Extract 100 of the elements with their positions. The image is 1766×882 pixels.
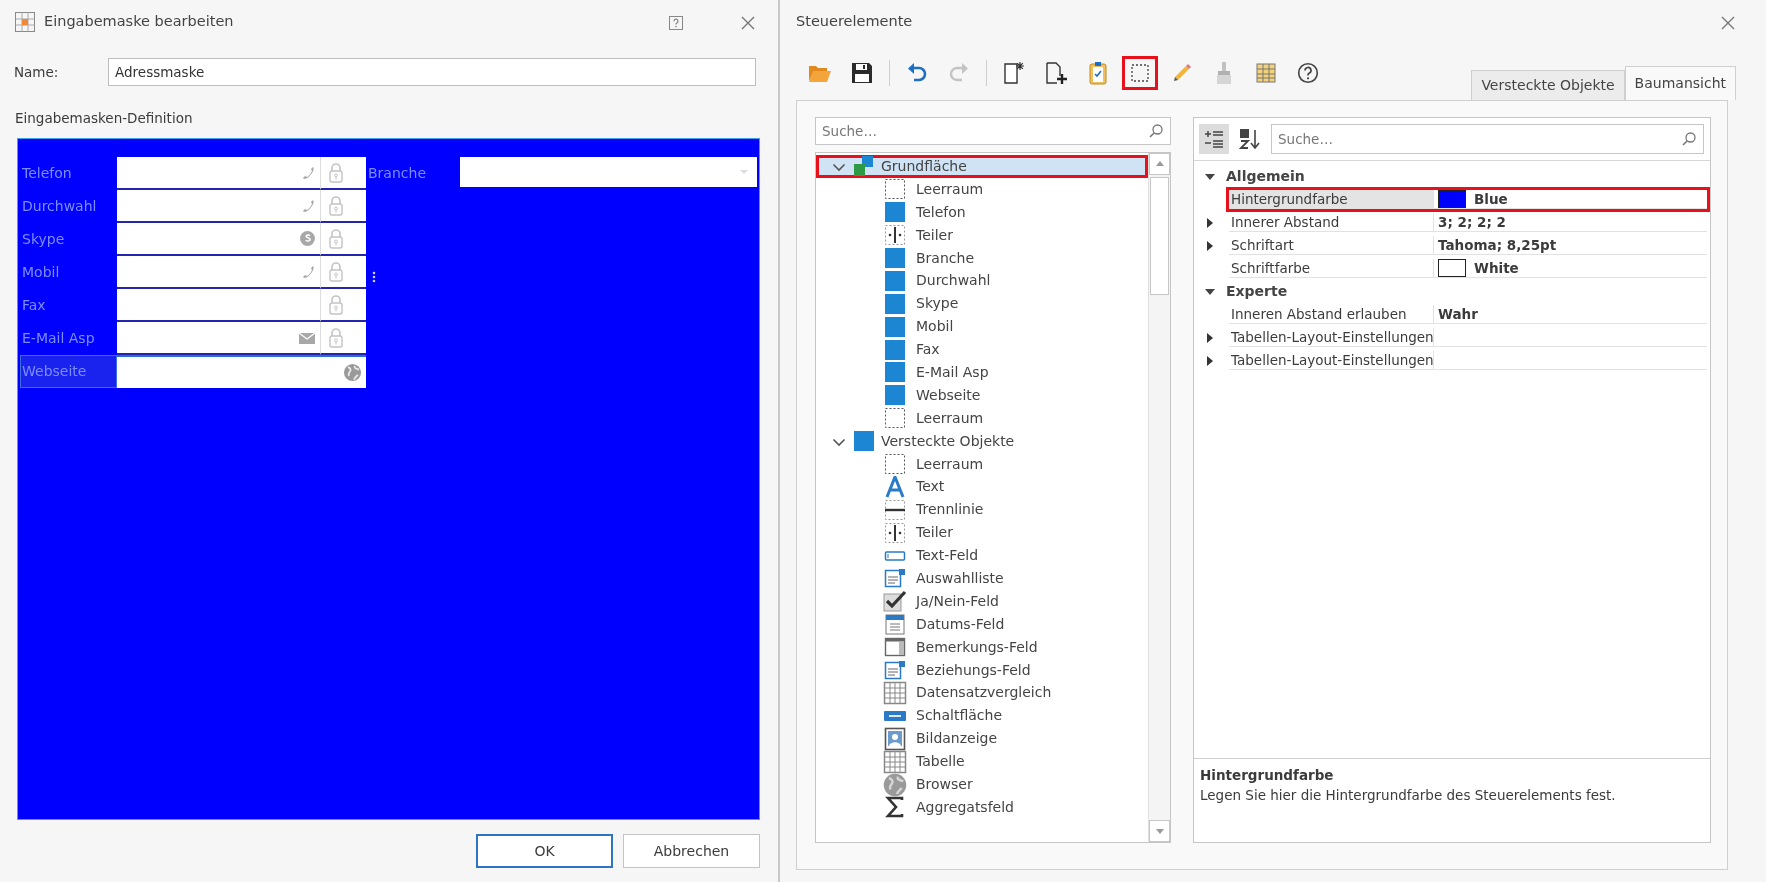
tree-item[interactable]: Branche <box>816 246 1148 270</box>
tree-item[interactable]: Teiler <box>816 521 1148 545</box>
table-icon <box>1255 62 1277 84</box>
tree-item[interactable]: Datensatzvergleich <box>816 681 1148 705</box>
input-field[interactable] <box>117 223 320 257</box>
lock-cell[interactable] <box>320 289 366 323</box>
square-icon <box>884 269 906 292</box>
window-title: Eingabemaske bearbeiten <box>44 12 235 32</box>
dotted-square-icon <box>884 453 906 475</box>
tree-item[interactable]: Trennlinie <box>816 498 1148 522</box>
tree-item[interactable]: Leerraum <box>816 177 1148 201</box>
categorized-view-icon <box>1203 129 1225 149</box>
category-label[interactable]: Allgemein <box>1226 166 1305 187</box>
dotted-frame-icon <box>1130 63 1150 83</box>
description-title: Hintergrundfarbe <box>1200 766 1335 785</box>
input-field[interactable] <box>117 157 320 191</box>
lock-cell[interactable] <box>320 223 366 257</box>
square-icon <box>884 292 906 315</box>
tree-item[interactable]: Schaltfläche <box>816 704 1148 728</box>
input-field[interactable] <box>117 289 320 323</box>
property-value[interactable]: 3; 2; 2; 2 <box>1438 211 1506 233</box>
memo-field-icon <box>884 636 906 659</box>
skype-icon <box>299 230 316 248</box>
tree-item[interactable]: Durchwahl <box>816 269 1148 293</box>
tree-item[interactable]: Telefon <box>816 200 1148 224</box>
tree-item[interactable]: Teiler <box>816 223 1148 247</box>
property-value[interactable]: Blue <box>1474 188 1508 210</box>
property-name[interactable]: Schriftfarbe <box>1229 259 1434 278</box>
tree-item[interactable]: Text <box>816 475 1148 499</box>
tree-item[interactable]: Fax <box>816 338 1148 361</box>
square-icon <box>884 247 906 269</box>
tree-item[interactable]: Datums-Feld <box>816 612 1148 636</box>
dropdown-field[interactable] <box>459 157 757 188</box>
property-name[interactable]: Innerer Abstand <box>1229 213 1434 232</box>
caret-icon <box>739 169 749 176</box>
lock-icon <box>327 227 344 250</box>
search-field[interactable]: Suche… <box>815 117 1171 145</box>
close-icon <box>740 14 756 31</box>
property-name[interactable]: Hintergrundfarbe <box>1229 190 1434 209</box>
tree-item[interactable]: Bildanzeige <box>816 727 1148 751</box>
add-page-icon <box>1045 61 1067 85</box>
search-icon <box>1681 131 1697 147</box>
tree-item[interactable]: E-Mail Asp <box>816 361 1148 384</box>
tree-item[interactable]: Skype <box>816 292 1148 316</box>
tab[interactable]: Versteckte Objekte <box>1471 70 1625 100</box>
grid-icon <box>883 749 907 774</box>
lock-cell[interactable] <box>320 190 366 224</box>
input-field[interactable] <box>117 355 366 389</box>
input-field[interactable] <box>117 190 320 224</box>
tree-item[interactable]: Grundfläche <box>816 155 1148 178</box>
tree-item[interactable]: Tabelle <box>816 750 1148 774</box>
tree-item[interactable]: Bemerkungs-Feld <box>816 635 1148 659</box>
property-name[interactable]: Inneren Abstand erlauben <box>1229 305 1434 324</box>
tree-item[interactable]: Browser <box>816 773 1148 796</box>
grid-icon <box>883 680 907 705</box>
portrait-frame-icon <box>884 726 906 751</box>
lock-cell[interactable] <box>320 157 366 191</box>
tab[interactable]: Baumansicht <box>1624 66 1736 100</box>
redo-icon <box>948 62 970 84</box>
property-name[interactable]: Tabellen-Layout-Einstellungen <box>1229 351 1434 370</box>
search-field[interactable]: Suche… <box>1271 124 1704 154</box>
scrollbar-thumb[interactable] <box>1150 177 1169 295</box>
property-value[interactable]: Tahoma; 8,25pt <box>1438 234 1557 256</box>
tree-item[interactable]: Webseite <box>816 383 1148 407</box>
tree-item[interactable]: Text-Feld <box>816 544 1148 568</box>
tree-item[interactable]: Mobil <box>816 315 1148 339</box>
brush-icon <box>1214 61 1234 85</box>
description-text: Legen Sie hier die Hintergrundfarbe des Steuerelements fest. <box>1200 786 1617 806</box>
input-field[interactable] <box>117 256 320 290</box>
sort-icon <box>1239 128 1261 150</box>
tree-item[interactable]: Beziehungs-Feld <box>816 658 1148 682</box>
text-tool-icon <box>884 475 906 498</box>
tree-item[interactable]: Aggregatsfeld <box>816 795 1148 819</box>
square-icon <box>884 384 906 407</box>
tree-item[interactable]: Leerraum <box>816 406 1148 430</box>
undo-icon <box>906 62 928 84</box>
search-icon <box>1148 123 1164 139</box>
tree-item[interactable]: Versteckte Objekte <box>816 429 1148 453</box>
tree-item[interactable]: Leerraum <box>816 452 1148 476</box>
lock-cell[interactable] <box>320 322 366 356</box>
ok-button[interactable]: OK <box>476 834 613 868</box>
globe-icon <box>343 363 362 383</box>
property-name[interactable]: Schriftart <box>1229 236 1434 255</box>
cancel-button[interactable]: Abbrechen <box>623 834 760 868</box>
new-page-icon <box>1003 61 1025 85</box>
tree-item[interactable]: Ja/Nein-Feld <box>816 589 1148 613</box>
checkbox-icon <box>883 590 907 613</box>
lock-icon <box>327 161 344 184</box>
name-field[interactable]: Adressmaske <box>108 58 756 86</box>
lock-icon <box>327 194 344 217</box>
help-icon <box>668 14 684 31</box>
square-icon <box>884 315 906 338</box>
expand-icon <box>1205 240 1215 253</box>
input-field[interactable] <box>117 322 320 356</box>
tree-item[interactable]: Auswahlliste <box>816 567 1148 590</box>
category-label[interactable]: Experte <box>1226 281 1288 302</box>
property-name[interactable]: Tabellen-Layout-Einstellungen <box>1229 328 1434 347</box>
property-value[interactable]: Wahr <box>1438 303 1478 325</box>
property-value[interactable]: White <box>1474 257 1519 279</box>
dotted-square-icon <box>884 178 906 201</box>
